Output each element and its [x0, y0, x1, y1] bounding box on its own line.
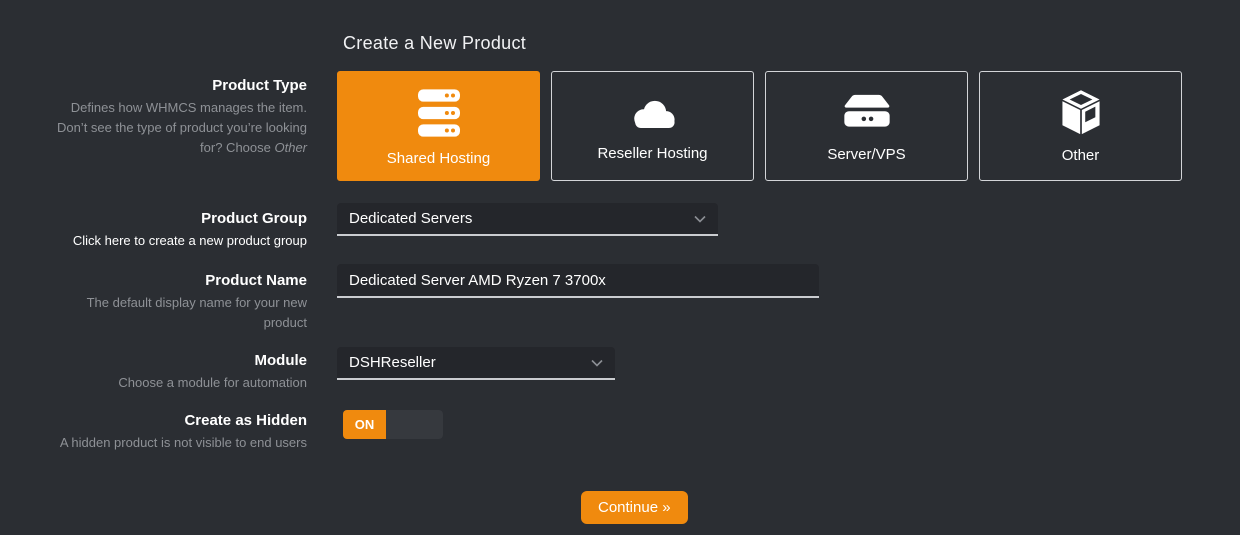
- module-description: Choose a module for automation: [0, 373, 307, 393]
- module-label-block: Module Choose a module for automation: [0, 352, 307, 393]
- product-name-input[interactable]: [337, 264, 819, 298]
- product-type-label: Product Type: [0, 77, 307, 94]
- product-type-description-line1: Defines how WHMCS manages the item.: [71, 100, 307, 115]
- product-group-label-block: Product Group Click here to create a new…: [0, 210, 307, 251]
- create-as-hidden-label: Create as Hidden: [0, 412, 307, 429]
- module-label: Module: [0, 352, 307, 369]
- product-name-label-block: Product Name The default display name fo…: [0, 272, 307, 333]
- toggle-on-label: ON: [343, 410, 386, 439]
- create-as-hidden-label-block: Create as Hidden A hidden product is not…: [0, 412, 307, 453]
- toggle-track: [386, 410, 443, 439]
- module-select[interactable]: DSHReseller: [337, 347, 615, 380]
- continue-button[interactable]: Continue »: [581, 491, 688, 524]
- create-product-page: Create a New Product Product Type Define…: [0, 0, 1240, 535]
- product-type-card-label: Reseller Hosting: [597, 145, 707, 162]
- product-type-card-shared-hosting[interactable]: Shared Hosting: [337, 71, 540, 181]
- product-type-options: Shared Hosting Reseller Hosting: [337, 71, 1182, 181]
- product-type-card-reseller-hosting[interactable]: Reseller Hosting: [551, 71, 754, 181]
- product-type-card-label: Server/VPS: [827, 146, 905, 163]
- chevron-down-icon: [591, 359, 603, 367]
- create-as-hidden-toggle[interactable]: ON: [343, 410, 443, 439]
- server-stack-icon: [411, 85, 467, 141]
- cube-icon: [1054, 88, 1108, 138]
- page-title: Create a New Product: [343, 33, 526, 54]
- product-name-label: Product Name: [0, 272, 307, 289]
- product-name-description-line1: The default display name for your new: [87, 295, 307, 310]
- product-type-card-label: Shared Hosting: [387, 150, 490, 167]
- product-type-label-block: Product Type Defines how WHMCS manages t…: [0, 77, 307, 158]
- module-selected-value: DSHReseller: [349, 354, 436, 371]
- product-name-description: The default display name for your new pr…: [0, 293, 307, 333]
- product-type-card-other[interactable]: Other: [979, 71, 1182, 181]
- product-type-description: Defines how WHMCS manages the item. Don’…: [0, 98, 307, 158]
- product-type-description-other: Other: [274, 140, 307, 155]
- product-group-select[interactable]: Dedicated Servers: [337, 203, 718, 236]
- create-as-hidden-description: A hidden product is not visible to end u…: [0, 433, 307, 453]
- product-type-card-label: Other: [1062, 147, 1100, 164]
- server-icon: [838, 89, 896, 137]
- product-type-card-server-vps[interactable]: Server/VPS: [765, 71, 968, 181]
- create-product-group-link[interactable]: Click here to create a new product group: [0, 231, 307, 251]
- cloud-icon: [623, 90, 683, 136]
- product-type-description-line2: Don’t see the type of product you’re loo…: [57, 120, 307, 135]
- product-group-label: Product Group: [0, 210, 307, 227]
- product-type-description-line3: for? Choose: [200, 140, 274, 155]
- product-name-description-line2: product: [264, 315, 307, 330]
- chevron-down-icon: [694, 215, 706, 223]
- product-group-selected-value: Dedicated Servers: [349, 210, 472, 227]
